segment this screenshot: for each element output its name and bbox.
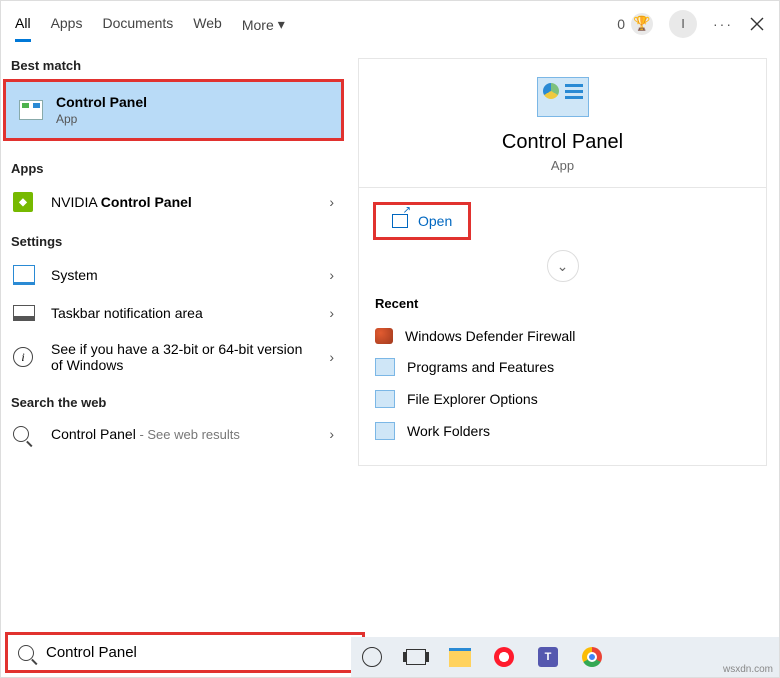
tab-documents[interactable]: Documents: [102, 5, 173, 42]
result-label: NVIDIA Control Panel: [51, 194, 317, 210]
control-panel-icon: [537, 77, 589, 117]
search-header: All Apps Documents Web More ▾ 0 🏆 I ···: [1, 1, 779, 46]
chevron-down-icon: ▾: [278, 16, 285, 33]
rewards-button[interactable]: 0 🏆: [617, 13, 653, 35]
options-button[interactable]: ···: [713, 16, 733, 32]
open-icon: [392, 214, 408, 228]
cortana-icon: [362, 647, 382, 667]
rewards-count: 0: [617, 16, 625, 32]
best-match-highlight: Control Panel App: [3, 79, 344, 141]
chevron-right-icon: ›: [329, 305, 334, 321]
preview-actions: Open ⌄ Recent Windows Defender Firewall …: [358, 188, 767, 466]
monitor-icon: [13, 265, 39, 285]
info-icon: i: [13, 347, 39, 367]
taskbar: T: [351, 637, 779, 677]
best-match-subtitle: App: [56, 112, 147, 126]
search-box[interactable]: [5, 632, 365, 673]
opera-icon: [494, 647, 514, 667]
tab-more-label: More: [242, 17, 274, 33]
tab-more[interactable]: More ▾: [242, 5, 285, 42]
preview-subtitle: App: [359, 158, 766, 173]
teams-icon: T: [538, 647, 558, 667]
control-panel-icon: [375, 358, 395, 376]
results-panel: Best match Control Panel App Apps ◆ NVID…: [1, 46, 346, 636]
watermark: wsxdn.com: [723, 664, 773, 675]
open-label: Open: [418, 213, 452, 229]
tab-apps[interactable]: Apps: [51, 5, 83, 42]
tab-all[interactable]: All: [15, 5, 31, 42]
preview-panel: Control Panel App Open ⌄ Recent Windows …: [346, 46, 779, 636]
result-system[interactable]: System ›: [1, 255, 346, 295]
teams-button[interactable]: T: [537, 646, 559, 668]
task-view-button[interactable]: [405, 646, 427, 668]
file-explorer-button[interactable]: [449, 646, 471, 668]
recent-label: Work Folders: [407, 423, 490, 439]
task-view-icon: [406, 649, 426, 665]
preview-card: Control Panel App: [358, 58, 767, 188]
recent-label: Programs and Features: [407, 359, 554, 375]
taskbar-icon: [13, 305, 39, 321]
nvidia-icon: ◆: [13, 192, 39, 212]
control-panel-icon: [375, 422, 395, 440]
preview-title: Control Panel: [359, 131, 766, 154]
recent-file-explorer-options[interactable]: File Explorer Options: [373, 383, 752, 415]
result-web-search[interactable]: Control Panel - See web results ›: [1, 416, 346, 452]
recent-programs[interactable]: Programs and Features: [373, 351, 752, 383]
account-avatar[interactable]: I: [669, 10, 697, 38]
file-explorer-icon: [449, 648, 471, 667]
opera-button[interactable]: [493, 646, 515, 668]
result-32-64-bit[interactable]: i See if you have a 32-bit or 64-bit ver…: [1, 331, 346, 383]
result-label: See if you have a 32-bit or 64-bit versi…: [51, 341, 317, 373]
chevron-right-icon: ›: [329, 349, 334, 365]
cortana-button[interactable]: [361, 646, 383, 668]
recent-firewall[interactable]: Windows Defender Firewall: [373, 321, 752, 351]
recent-work-folders[interactable]: Work Folders: [373, 415, 752, 447]
apps-heading: Apps: [1, 149, 346, 182]
chrome-button[interactable]: [581, 646, 603, 668]
filter-tabs: All Apps Documents Web More ▾: [15, 5, 285, 42]
recent-label: File Explorer Options: [407, 391, 538, 407]
result-label: System: [51, 267, 317, 283]
open-button[interactable]: Open: [373, 202, 471, 240]
best-match-result[interactable]: Control Panel App: [6, 82, 341, 138]
search-icon: [18, 645, 34, 661]
chevron-right-icon: ›: [329, 194, 334, 210]
result-label: Taskbar notification area: [51, 305, 317, 321]
result-taskbar-notification[interactable]: Taskbar notification area ›: [1, 295, 346, 331]
close-icon[interactable]: [749, 16, 765, 32]
control-panel-icon: [375, 390, 395, 408]
firewall-icon: [375, 328, 393, 344]
recent-heading: Recent: [375, 296, 750, 311]
best-match-title: Control Panel: [56, 94, 147, 110]
chevron-right-icon: ›: [329, 426, 334, 442]
chevron-down-icon: ⌄: [557, 258, 569, 275]
trophy-icon: 🏆: [631, 13, 653, 35]
chrome-icon: [582, 647, 602, 667]
result-label: Control Panel - See web results: [51, 426, 317, 442]
result-nvidia-control-panel[interactable]: ◆ NVIDIA Control Panel ›: [1, 182, 346, 222]
search-icon: [13, 426, 39, 442]
control-panel-icon: [18, 97, 44, 123]
search-input[interactable]: [44, 643, 352, 662]
tab-web[interactable]: Web: [193, 5, 222, 42]
web-heading: Search the web: [1, 383, 346, 416]
best-match-heading: Best match: [1, 46, 346, 79]
settings-heading: Settings: [1, 222, 346, 255]
expand-button[interactable]: ⌄: [547, 250, 579, 282]
recent-label: Windows Defender Firewall: [405, 328, 575, 344]
chevron-right-icon: ›: [329, 267, 334, 283]
